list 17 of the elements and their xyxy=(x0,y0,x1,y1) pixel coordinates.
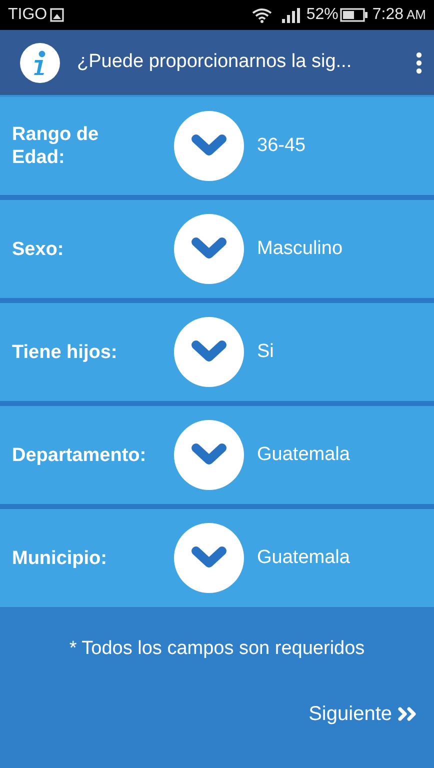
field-value: Si xyxy=(257,340,274,364)
app-bar-title: ¿Puede proporcionarnos la sig... xyxy=(77,50,353,74)
required-note: * Todos los campos son requeridos xyxy=(69,637,365,661)
field-value: Guatemala xyxy=(257,546,350,570)
field-label: Sexo: xyxy=(11,238,65,260)
clock-time: 7:28 xyxy=(372,5,404,25)
field-label: Municipio: xyxy=(11,546,108,570)
field-label: Rango de Edad: xyxy=(11,123,100,169)
clock-meridiem: AM xyxy=(406,6,426,24)
field-value: 36-45 xyxy=(257,134,306,158)
field-value: Masculino xyxy=(257,236,343,261)
next-button[interactable]: Siguiente xyxy=(308,698,418,728)
field-label: Tiene hijos: xyxy=(11,340,118,364)
field-label: Departamento: xyxy=(11,444,148,466)
carrier-name: TIGO xyxy=(8,5,48,25)
battery-percent: 52% xyxy=(306,5,338,25)
field-value: Guatemala xyxy=(257,442,350,467)
